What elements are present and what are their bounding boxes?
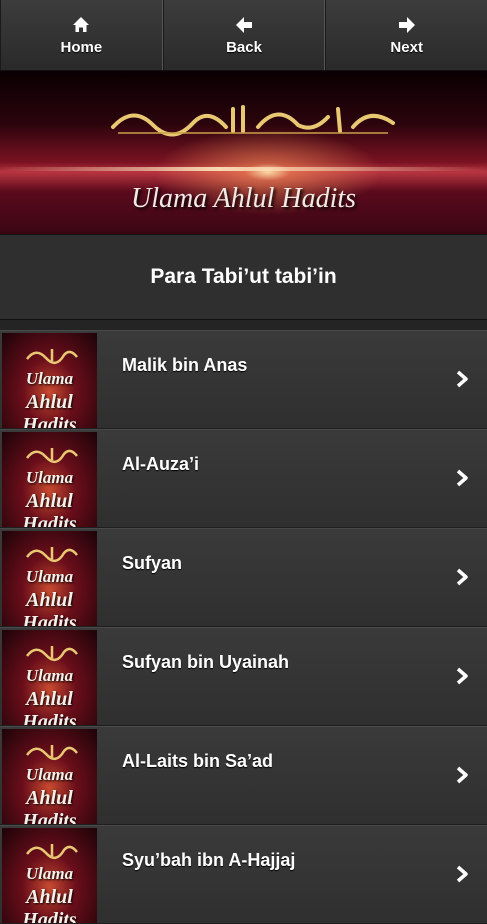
page-title: Para Tabi’ut tabi’in — [150, 265, 337, 288]
chevron-right-icon — [456, 568, 468, 586]
home-icon — [73, 16, 90, 32]
back-label: Back — [226, 38, 262, 56]
thumbnail-calligraphy — [26, 646, 78, 661]
thumbnail-line2: Ahlul Hadits — [22, 490, 77, 527]
chevron-right-icon — [456, 865, 468, 883]
section-header: Para Tabi’ut tabi’in — [0, 234, 487, 320]
back-button[interactable]: Back — [162, 0, 326, 70]
thumbnail-calligraphy — [26, 844, 78, 859]
list-item[interactable]: Ulama Ahlul Hadits Syu’bah ibn A-Hajjaj — [0, 825, 487, 924]
thumbnail-image: Ulama Ahlul Hadits — [2, 333, 97, 428]
thumbnail-line2: Ahlul Hadits — [22, 688, 77, 725]
top-navbar: Home Back Next — [0, 0, 487, 71]
list-item[interactable]: Ulama Ahlul Hadits Sufyan bin Uyainah — [0, 627, 487, 726]
arrow-left-icon — [236, 16, 252, 33]
arrow-right-icon — [398, 16, 415, 33]
banner-title: Ulama Ahlul Hadits — [130, 183, 357, 214]
chevron-right-icon — [456, 766, 468, 784]
thumbnail-line1: Ulama — [25, 666, 74, 685]
chevron-right-icon — [456, 667, 468, 685]
thumbnail-image: Ulama Ahlul Hadits — [2, 828, 97, 923]
thumbnail-calligraphy — [26, 349, 78, 364]
list-item-label: Al-Auza’i — [122, 454, 200, 474]
list-item-label: Sufyan bin Uyainah — [122, 652, 290, 672]
thumbnail-line1: Ulama — [25, 765, 74, 784]
header-banner: Ulama Ahlul Hadits — [0, 71, 487, 234]
thumbnail-image: Ulama Ahlul Hadits — [2, 531, 97, 626]
thumbnail-calligraphy — [26, 547, 78, 562]
list-item-label: Al-Laits bin Sa’ad — [122, 751, 274, 771]
list-item-label: Malik bin Anas — [122, 355, 248, 375]
thumbnail-line1: Ulama — [25, 369, 74, 388]
list-item[interactable]: Ulama Ahlul Hadits Al-Laits bin Sa’ad — [0, 726, 487, 825]
thumbnail-line2: Ahlul Hadits — [22, 787, 77, 824]
list-spacer — [0, 320, 487, 330]
next-button[interactable]: Next — [325, 0, 487, 70]
thumbnail-calligraphy — [26, 448, 78, 463]
thumbnail-line1: Ulama — [25, 567, 74, 586]
thumbnail-calligraphy — [26, 745, 78, 760]
home-button[interactable]: Home — [0, 0, 163, 70]
list-item[interactable]: Ulama Ahlul Hadits Sufyan — [0, 528, 487, 627]
thumbnail-image: Ulama Ahlul Hadits — [2, 432, 97, 527]
thumbnail-image: Ulama Ahlul Hadits — [2, 630, 97, 725]
thumbnail-line1: Ulama — [25, 864, 74, 883]
next-label: Next — [390, 38, 423, 56]
list-item[interactable]: Ulama Ahlul Hadits Malik bin Anas — [0, 330, 487, 429]
scholar-list: Ulama Ahlul Hadits Malik bin Anas Ulama … — [0, 330, 487, 924]
thumbnail-line2: Ahlul Hadits — [22, 391, 77, 428]
banner-light-streak — [0, 167, 487, 171]
thumbnail-line1: Ulama — [25, 468, 74, 487]
list-item[interactable]: Ulama Ahlul Hadits Al-Auza’i — [0, 429, 487, 528]
chevron-right-icon — [456, 370, 468, 388]
list-item-label: Sufyan — [122, 553, 183, 573]
thumbnail-line2: Ahlul Hadits — [22, 589, 77, 626]
calligraphy-image — [111, 105, 395, 137]
home-label: Home — [60, 38, 103, 56]
list-item-label: Syu’bah ibn A-Hajjaj — [122, 850, 296, 870]
chevron-right-icon — [456, 469, 468, 487]
thumbnail-line2: Ahlul Hadits — [22, 886, 77, 923]
thumbnail-image: Ulama Ahlul Hadits — [2, 729, 97, 824]
